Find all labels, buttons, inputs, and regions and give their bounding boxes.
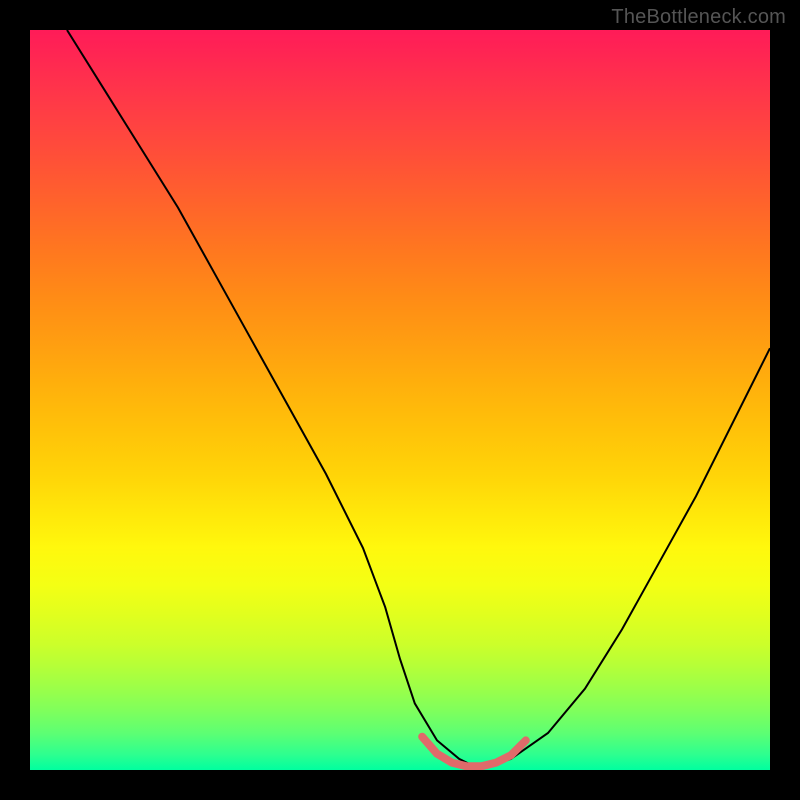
watermark-text: TheBottleneck.com xyxy=(611,6,786,29)
curve-layer xyxy=(30,30,770,770)
bottleneck-curve xyxy=(67,30,770,766)
chart-frame: TheBottleneck.com xyxy=(0,0,800,800)
plot-area xyxy=(30,30,770,770)
